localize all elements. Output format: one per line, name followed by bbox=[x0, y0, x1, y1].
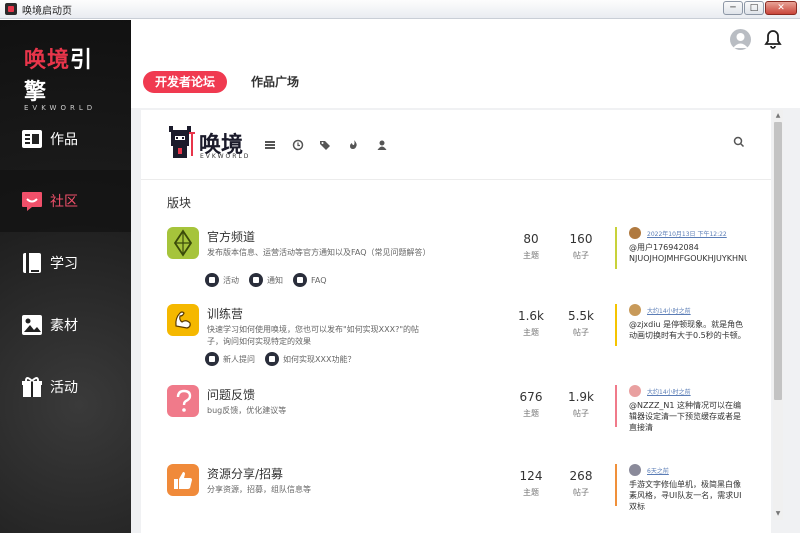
minimize-button[interactable]: ─ bbox=[723, 1, 743, 15]
mascot-icon bbox=[167, 126, 195, 160]
question-mark-icon bbox=[167, 385, 199, 417]
latest-post[interactable]: 6天之前 手游文字修仙单机，极简黑白像素风格，寻UI队友一名，需求UI双标 bbox=[615, 464, 755, 511]
community-icon bbox=[20, 189, 44, 213]
tab-works-plaza[interactable]: 作品广场 bbox=[239, 71, 311, 93]
tags-icon[interactable] bbox=[319, 139, 333, 151]
sidebar-item-assets[interactable]: 素材 bbox=[0, 294, 131, 356]
book-icon bbox=[20, 251, 44, 275]
thumbs-up-icon bbox=[167, 464, 199, 496]
search-icon[interactable] bbox=[733, 136, 745, 148]
activity-icon bbox=[205, 273, 219, 287]
posts-count: 268 帖子 bbox=[569, 469, 593, 497]
sidebar-item-community[interactable]: 社区 bbox=[0, 170, 131, 232]
avatar bbox=[629, 304, 641, 316]
works-icon bbox=[20, 127, 44, 151]
forum-nav-icons bbox=[263, 139, 389, 151]
sidebar-item-works[interactable]: 作品 bbox=[0, 108, 131, 170]
user-avatar[interactable] bbox=[730, 29, 751, 50]
list-icon[interactable] bbox=[263, 139, 277, 151]
close-button[interactable]: ✕ bbox=[765, 1, 797, 15]
faq-icon bbox=[293, 273, 307, 287]
app-icon bbox=[5, 3, 17, 15]
image-icon bbox=[20, 313, 44, 337]
title-bar: 唤境启动页 ─ □ ✕ bbox=[0, 0, 800, 19]
category-row-feedback[interactable]: 问题反馈 bug反馈，优化建议等 676 主题 1.9k 帖子 大约14小时之前 @… bbox=[141, 385, 771, 455]
sidebar-nav: 作品 社区 学习 素材 活动 bbox=[0, 108, 131, 418]
howto-icon bbox=[265, 352, 279, 366]
subcategory-newbie[interactable]: 新人提问 bbox=[205, 352, 255, 366]
user-icon[interactable] bbox=[375, 139, 389, 151]
sidebar-item-learn[interactable]: 学习 bbox=[0, 232, 131, 294]
sidebar: 唤境引擎 EVKWORLD 作品 社区 学习 素材 活动 bbox=[0, 20, 131, 533]
gift-icon bbox=[20, 375, 44, 399]
posts-count: 1.9k 帖子 bbox=[567, 390, 595, 418]
scroll-up-arrow[interactable]: ▲ bbox=[774, 112, 782, 120]
top-header bbox=[131, 20, 800, 62]
maximize-button[interactable]: □ bbox=[744, 1, 764, 15]
scrollbar[interactable]: ▲ ▼ bbox=[773, 110, 783, 520]
category-name[interactable]: 问题反馈 bbox=[207, 386, 255, 403]
topics-count: 124 主题 bbox=[519, 469, 543, 497]
sidebar-item-events[interactable]: 活动 bbox=[0, 356, 131, 418]
subcategory-list: 新人提问 如何实现XXX功能？ bbox=[205, 352, 355, 366]
tab-developer-forum[interactable]: 开发者论坛 bbox=[143, 71, 228, 93]
category-row-resources[interactable]: 资源分享/招募 分享资源，招募，组队信息等 124 主题 268 帖子 6天之前 手… bbox=[141, 464, 771, 533]
latest-post[interactable]: 大约14小时之前 @NZZZ_N1 这种情况可以在编辑器设定清一下预览缓存或者是… bbox=[615, 385, 755, 432]
forum-logo[interactable]: 唤境 EVKWORLD bbox=[167, 126, 248, 160]
section-title: 版块 bbox=[167, 196, 192, 210]
fire-icon[interactable] bbox=[347, 139, 361, 151]
scroll-down-arrow[interactable]: ▼ bbox=[774, 510, 782, 518]
category-desc: bug反馈，优化建议等 bbox=[207, 406, 287, 415]
subcategory-list: 活动 通知 FAQ bbox=[205, 273, 327, 287]
subcategory-activity[interactable]: 活动 bbox=[205, 273, 239, 287]
posts-count: 5.5k 帖子 bbox=[567, 309, 595, 337]
topics-count: 80 主题 bbox=[523, 232, 539, 260]
forum-panel: 唤境 EVKWORLD 版块 官方频道 发布版本信息、运营活动等官方通知以及FA… bbox=[141, 110, 771, 533]
category-name[interactable]: 资源分享/招募 bbox=[207, 465, 283, 482]
subcategory-notice[interactable]: 通知 bbox=[249, 273, 283, 287]
category-name[interactable]: 官方频道 bbox=[207, 228, 255, 245]
scroll-thumb[interactable] bbox=[774, 122, 782, 400]
question-icon bbox=[205, 352, 219, 366]
subcategory-howto[interactable]: 如何实现XXX功能？ bbox=[265, 352, 355, 366]
avatar bbox=[629, 227, 641, 239]
window-controls: ─ □ ✕ bbox=[723, 1, 797, 15]
topics-count: 1.6k 主题 bbox=[517, 309, 545, 337]
category-row-official[interactable]: 官方频道 发布版本信息、运营活动等官方通知以及FAQ（常见问题解答） 活动 通知… bbox=[141, 227, 771, 297]
avatar bbox=[629, 385, 641, 397]
forum-header: 唤境 EVKWORLD bbox=[141, 110, 771, 180]
category-desc: 分享资源，招募，组队信息等 bbox=[207, 485, 311, 494]
topics-count: 676 主题 bbox=[519, 390, 543, 418]
app-logo: 唤境引擎 EVKWORLD bbox=[24, 48, 97, 112]
category-desc: 快速学习如何使用唤境，您也可以发布"如何实现XXX?"的帖子，询问如何实现特定的… bbox=[207, 325, 420, 346]
category-desc: 发布版本信息、运营活动等官方通知以及FAQ（常见问题解答） bbox=[207, 248, 431, 257]
notice-icon bbox=[249, 273, 263, 287]
avatar bbox=[629, 464, 641, 476]
muscle-icon bbox=[167, 304, 199, 336]
content-tabs: 开发者论坛 作品广场 bbox=[131, 62, 800, 108]
clock-icon[interactable] bbox=[291, 139, 305, 151]
category-row-training[interactable]: 训练营 快速学习如何使用唤境，您也可以发布"如何实现XXX?"的帖子，询问如何实… bbox=[141, 304, 771, 374]
latest-post[interactable]: 大约14小时之前 @zjxdiu 是停顿现象。就是角色动画切换时有大于0.5秒的… bbox=[615, 304, 755, 346]
posts-count: 160 帖子 bbox=[569, 232, 593, 260]
window-title: 唤境启动页 bbox=[22, 5, 72, 17]
category-name[interactable]: 训练营 bbox=[207, 305, 243, 322]
bell-icon[interactable] bbox=[764, 29, 782, 51]
latest-post[interactable]: 2022年10月13日 下午12:22 @用户176942084 NJUOJHO… bbox=[615, 227, 755, 269]
diamond-icon bbox=[167, 227, 199, 259]
subcategory-faq[interactable]: FAQ bbox=[293, 273, 327, 287]
